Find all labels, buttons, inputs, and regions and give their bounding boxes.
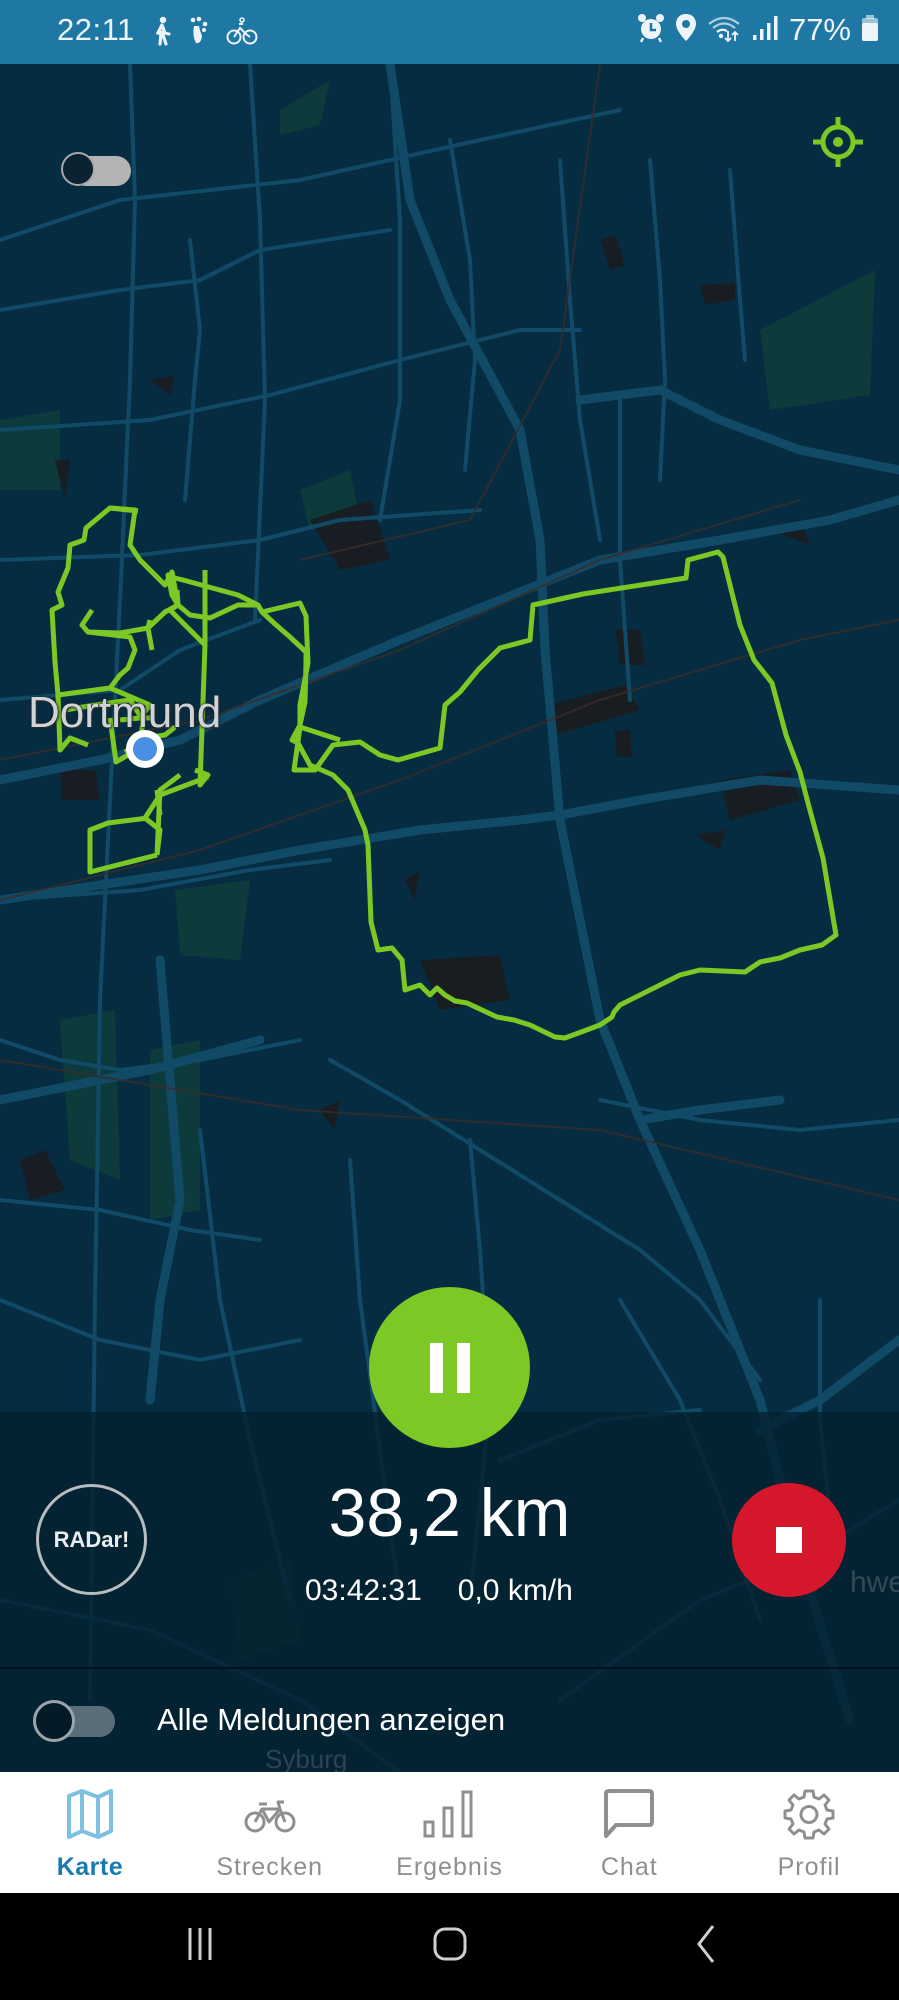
- map-icon: [65, 1788, 115, 1845]
- city-label: Dortmund: [28, 688, 222, 737]
- speed-value: 0,0 km/h: [457, 1574, 573, 1607]
- recent-apps-icon: [182, 1926, 218, 1967]
- bicycle-icon: [243, 1788, 297, 1845]
- night-mode-toggle[interactable]: [61, 152, 131, 188]
- stop-icon: [776, 1527, 802, 1553]
- pause-icon: [429, 1342, 470, 1393]
- stop-button[interactable]: [732, 1483, 846, 1597]
- moon-icon: [68, 156, 88, 183]
- battery-percent: 77%: [788, 12, 851, 47]
- chat-icon: [602, 1788, 656, 1845]
- panel-divider: [0, 1667, 899, 1669]
- status-time: 22:11: [57, 12, 135, 47]
- status-bar: 22:11 77%: [0, 0, 899, 64]
- show-all-messages-toggle[interactable]: [33, 1700, 115, 1742]
- location-icon: [675, 13, 697, 48]
- bottom-navigation: Karte Strecken Ergebnis Chat Profil: [0, 1772, 899, 1893]
- recent-apps-button[interactable]: [180, 1926, 220, 1966]
- nav-item-chat[interactable]: Chat: [539, 1772, 719, 1893]
- back-button[interactable]: [685, 1924, 725, 1969]
- nav-label-karte: Karte: [56, 1853, 124, 1881]
- bar-chart-icon: [422, 1788, 476, 1845]
- signal-icon: [751, 13, 779, 48]
- cycling-icon: [226, 16, 258, 51]
- locate-me-button[interactable]: [808, 114, 868, 174]
- home-icon: [432, 1926, 468, 1967]
- nav-label-strecken: Strecken: [216, 1853, 324, 1881]
- nav-label-ergebnis: Ergebnis: [396, 1853, 503, 1881]
- back-icon: [687, 1924, 723, 1969]
- sub-stats: 03:42:31 0,0 km/h: [305, 1574, 573, 1608]
- night-mode-toggle-knob: [61, 152, 95, 186]
- nav-item-ergebnis[interactable]: Ergebnis: [360, 1772, 540, 1893]
- show-all-messages-label: Alle Meldungen anzeigen: [157, 1702, 506, 1737]
- nav-item-karte[interactable]: Karte: [0, 1772, 180, 1893]
- crosshair-icon: [811, 115, 865, 174]
- footsteps-icon: [188, 16, 212, 51]
- walking-icon: [150, 16, 174, 51]
- nav-label-chat: Chat: [600, 1853, 658, 1881]
- nav-item-profil[interactable]: Profil: [719, 1772, 899, 1893]
- duration-value: 03:42:31: [305, 1574, 422, 1607]
- home-button[interactable]: [430, 1926, 470, 1966]
- nav-label-profil: Profil: [777, 1853, 841, 1881]
- nav-item-strecken[interactable]: Strecken: [180, 1772, 360, 1893]
- pause-button[interactable]: [369, 1287, 530, 1448]
- messages-toggle-knob: [33, 1700, 75, 1742]
- battery-icon: [861, 13, 879, 48]
- wifi-icon: [707, 13, 741, 48]
- gear-icon: [782, 1788, 836, 1845]
- system-navigation-bar: [0, 1893, 899, 2000]
- alarm-icon: [637, 13, 665, 48]
